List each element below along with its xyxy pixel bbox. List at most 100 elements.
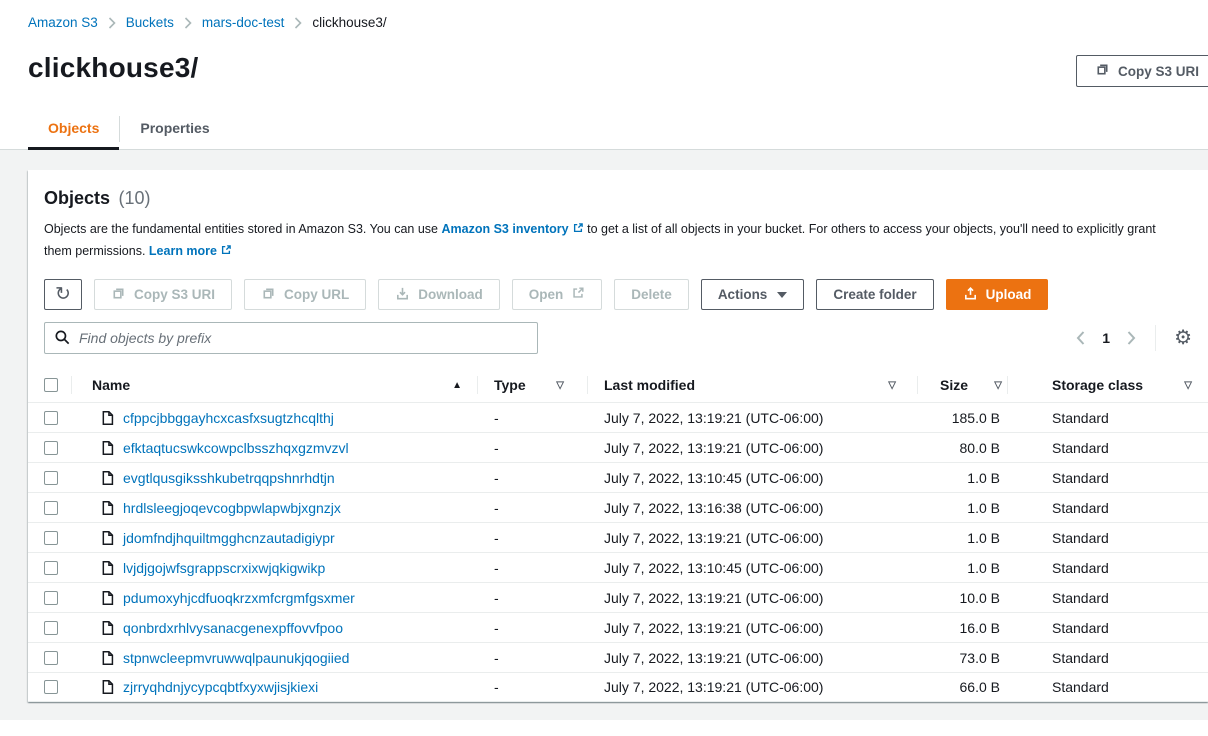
copy-icon — [111, 286, 126, 304]
copy-s3-uri-button[interactable]: Copy S3 URI — [94, 279, 232, 310]
object-name-cell: pdumoxyhjcdfuoqkrzxmfcrgmfgsxmer — [72, 590, 478, 606]
object-size: 80.0 B — [918, 440, 1008, 456]
object-name-link[interactable]: cfppcjbbggayhcxcasfxsugtzhcqlthj — [123, 410, 334, 426]
object-name-link[interactable]: evgtlqusgiksshkubetrqqpshnrhdtjn — [123, 470, 335, 486]
object-name-link[interactable]: qonbrdxrhlvysanacgenexpffovvfpoo — [123, 620, 343, 636]
row-checkbox[interactable] — [44, 441, 58, 455]
object-storage-class: Standard — [1008, 410, 1208, 426]
object-size: 73.0 B — [918, 650, 1008, 666]
upload-button[interactable]: Upload — [946, 279, 1049, 310]
row-checkbox-cell — [28, 561, 72, 575]
objects-count: (10) — [118, 188, 150, 208]
object-type: - — [478, 560, 588, 576]
row-checkbox-cell — [28, 621, 72, 635]
row-checkbox[interactable] — [44, 561, 58, 575]
external-link-icon — [571, 286, 585, 303]
file-icon — [100, 530, 114, 546]
row-checkbox[interactable] — [44, 680, 58, 694]
tab-objects[interactable]: Objects — [28, 110, 119, 149]
download-button[interactable]: Download — [378, 279, 500, 310]
pagination-divider — [1155, 325, 1156, 351]
object-size: 185.0 B — [918, 410, 1008, 426]
actions-dropdown-button[interactable]: Actions — [701, 279, 805, 310]
breadcrumb-bucket-name[interactable]: mars-doc-test — [202, 15, 285, 30]
settings-gear-icon[interactable]: ⚙ — [1174, 328, 1192, 348]
column-header-type[interactable]: Type ▽ — [478, 368, 588, 402]
object-storage-class: Standard — [1008, 530, 1208, 546]
amazon-s3-inventory-link[interactable]: Amazon S3 inventory — [442, 222, 584, 236]
row-checkbox[interactable] — [44, 531, 58, 545]
file-icon — [100, 560, 114, 576]
column-header-name[interactable]: Name ▲ — [72, 368, 478, 402]
object-name-cell: evgtlqusgiksshkubetrqqpshnrhdtjn — [72, 470, 478, 486]
column-header-last-modified[interactable]: Last modified ▽ — [588, 368, 918, 402]
file-icon — [100, 500, 114, 516]
sort-indicator-icon[interactable]: ▽ — [556, 380, 564, 391]
object-name-link[interactable]: efktaqtucswkcowpclbsszhqxgzmvzvl — [123, 440, 349, 456]
object-name-link[interactable]: hrdlsleegjoqevcogbpwlapwbjxgnzjx — [123, 500, 341, 516]
delete-button[interactable]: Delete — [614, 279, 689, 310]
create-folder-button[interactable]: Create folder — [816, 279, 933, 310]
file-icon — [100, 620, 114, 636]
objects-table: Name ▲ Type ▽ Last modified ▽ Size ▽ Sto… — [28, 368, 1208, 702]
panel-title: Objects — [44, 188, 110, 208]
search-input[interactable] — [44, 322, 538, 354]
object-name-link[interactable]: zjrryqhdnjycypcqbtfxyxwjisjkiexi — [123, 679, 318, 695]
page-title: clickhouse3/ — [28, 52, 1180, 84]
breadcrumb-chevron-icon — [108, 17, 116, 29]
sort-indicator-icon[interactable]: ▽ — [888, 380, 896, 391]
object-name-link[interactable]: lvjdjgojwfsgrappscrxixwjqkigwikp — [123, 560, 325, 576]
refresh-button[interactable]: ↻ — [44, 279, 82, 310]
object-type: - — [478, 650, 588, 666]
column-header-storage-class[interactable]: Storage class ▽ — [1008, 368, 1208, 402]
row-checkbox-cell — [28, 591, 72, 605]
current-page-number[interactable]: 1 — [1102, 330, 1110, 346]
previous-page-icon[interactable] — [1075, 330, 1086, 346]
table-row: evgtlqusgiksshkubetrqqpshnrhdtjn - July … — [28, 462, 1208, 492]
table-row: hrdlsleegjoqevcogbpwlapwbjxgnzjx - July … — [28, 492, 1208, 522]
page-header: clickhouse3/ Copy S3 URI — [0, 30, 1208, 84]
sort-indicator-icon[interactable]: ▽ — [994, 380, 1002, 391]
sort-ascending-icon[interactable]: ▲ — [452, 380, 462, 391]
panel-description: Objects are the fundamental entities sto… — [28, 209, 1173, 263]
row-checkbox[interactable] — [44, 591, 58, 605]
tab-properties[interactable]: Properties — [120, 110, 229, 149]
object-type: - — [478, 590, 588, 606]
file-icon — [100, 679, 114, 695]
table-row: qonbrdxrhlvysanacgenexpffovvfpoo - July … — [28, 612, 1208, 642]
object-last-modified: July 7, 2022, 13:16:38 (UTC-06:00) — [588, 500, 918, 516]
object-name-cell: lvjdjgojwfsgrappscrxixwjqkigwikp — [72, 560, 478, 576]
breadcrumb-buckets[interactable]: Buckets — [126, 15, 174, 30]
content-area: Objects (10) Objects are the fundamental… — [0, 150, 1208, 720]
sort-indicator-icon[interactable]: ▽ — [1184, 380, 1192, 391]
copy-s3-uri-header-button[interactable]: Copy S3 URI — [1076, 55, 1208, 87]
object-name-link[interactable]: jdomfndjhquiltmgghcnzautadigiypr — [123, 530, 335, 546]
object-name-link[interactable]: pdumoxyhjcdfuoqkrzxmfcrgmfgsxmer — [123, 590, 355, 606]
row-checkbox[interactable] — [44, 651, 58, 665]
external-link-icon — [572, 220, 584, 241]
column-header-size[interactable]: Size ▽ — [918, 368, 1008, 402]
file-icon — [100, 410, 114, 426]
object-last-modified: July 7, 2022, 13:19:21 (UTC-06:00) — [588, 410, 918, 426]
open-button[interactable]: Open — [512, 279, 603, 310]
row-checkbox[interactable] — [44, 621, 58, 635]
object-size: 16.0 B — [918, 620, 1008, 636]
table-body: cfppcjbbggayhcxcasfxsugtzhcqlthj - July … — [28, 402, 1208, 702]
row-checkbox[interactable] — [44, 411, 58, 425]
object-name-link[interactable]: stpnwcleepmvruwwqlpaunukjqogiied — [123, 650, 349, 666]
learn-more-link[interactable]: Learn more — [149, 244, 232, 258]
panel-header: Objects (10) — [28, 170, 1208, 209]
table-row: stpnwcleepmvruwwqlpaunukjqogiied - July … — [28, 642, 1208, 672]
object-last-modified: July 7, 2022, 13:19:21 (UTC-06:00) — [588, 590, 918, 606]
table-header-row: Name ▲ Type ▽ Last modified ▽ Size ▽ Sto… — [28, 368, 1208, 402]
filter-row: 1 ⚙ — [28, 310, 1208, 354]
breadcrumb-chevron-icon — [184, 17, 192, 29]
row-checkbox[interactable] — [44, 471, 58, 485]
object-size: 66.0 B — [918, 679, 1008, 695]
copy-url-button[interactable]: Copy URL — [244, 279, 366, 310]
select-all-checkbox[interactable] — [44, 378, 58, 392]
next-page-icon[interactable] — [1126, 330, 1137, 346]
object-name-cell: efktaqtucswkcowpclbsszhqxgzmvzvl — [72, 440, 478, 456]
row-checkbox[interactable] — [44, 501, 58, 515]
breadcrumb-amazon-s3[interactable]: Amazon S3 — [28, 15, 98, 30]
